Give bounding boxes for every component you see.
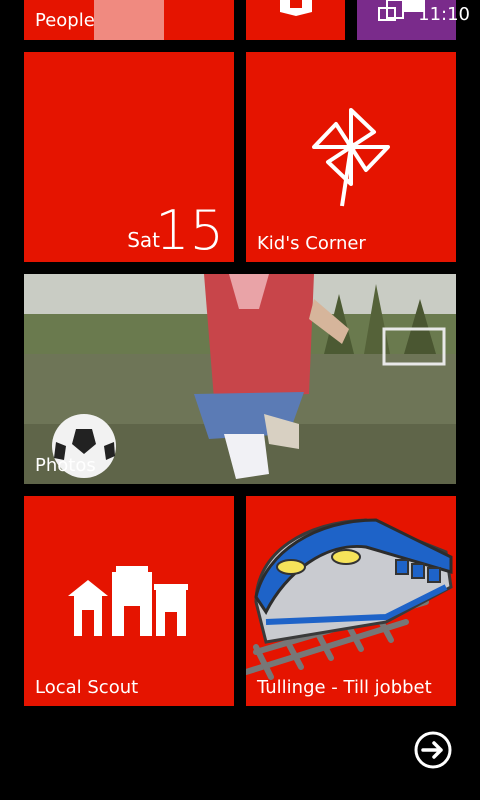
- photos-tile-image: [24, 274, 456, 484]
- people-photo-thumbnail: [94, 0, 164, 40]
- tile-tullinge-till-jobbet[interactable]: Tullinge - Till jobbet: [246, 496, 456, 706]
- status-time: 11:10: [418, 4, 470, 25]
- train-icon: [246, 518, 453, 680]
- tile-tullinge-label: Tullinge - Till jobbet: [257, 677, 432, 698]
- tile-people[interactable]: People: [24, 0, 234, 40]
- tile-kids-corner-label: Kid's Corner: [257, 233, 366, 254]
- tile-calendar[interactable]: Sat 15: [24, 52, 234, 262]
- tile-office[interactable]: [246, 0, 345, 40]
- arrow-right-circle-icon[interactable]: [414, 731, 452, 769]
- tile-kids-corner[interactable]: Kid's Corner: [246, 52, 456, 262]
- tile-local-scout-label: Local Scout: [35, 677, 139, 698]
- pinwheel-icon: [312, 108, 390, 207]
- tile-photos[interactable]: Photos: [24, 274, 456, 484]
- tile-local-scout[interactable]: Local Scout: [24, 496, 234, 706]
- office-icon: [280, 0, 312, 16]
- calendar-date: 15: [155, 199, 224, 262]
- buildings-icon: [68, 566, 188, 636]
- tile-photos-label: Photos: [35, 455, 96, 476]
- tile-people-label: People: [35, 10, 95, 31]
